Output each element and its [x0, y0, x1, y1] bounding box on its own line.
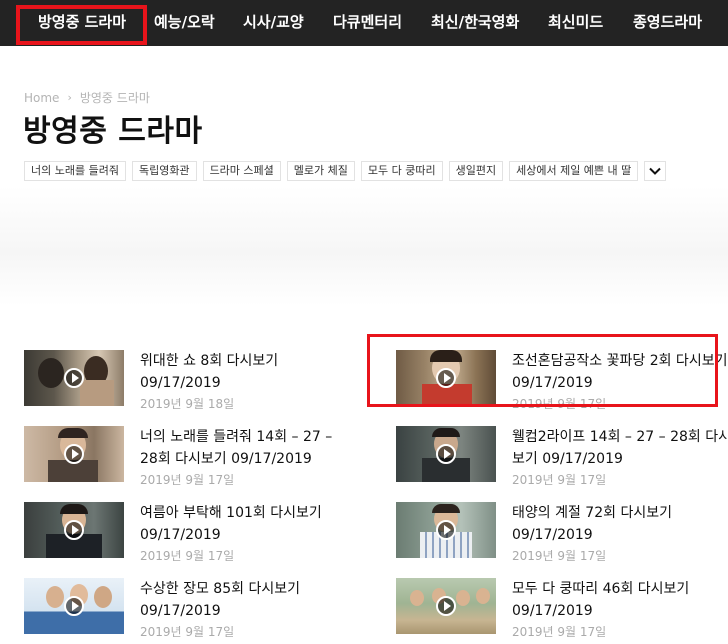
- post-item: 여름아 부탁해 101회 다시보기 09/17/2019 2019년 9월 17…: [24, 502, 374, 570]
- play-icon: [64, 520, 84, 540]
- play-icon: [436, 444, 456, 464]
- play-icon: [64, 444, 84, 464]
- tag-item[interactable]: 멜로가 체질: [286, 161, 355, 181]
- nav-item-ended-dramas[interactable]: 종영드라마: [633, 0, 702, 46]
- post-date: 2019년 9월 17일: [512, 397, 607, 411]
- post-thumbnail[interactable]: [396, 578, 496, 634]
- post-date: 2019년 9월 17일: [140, 549, 235, 563]
- play-icon: [436, 520, 456, 540]
- post-date: 2019년 9월 17일: [140, 625, 235, 639]
- nav-item-current-affairs[interactable]: 시사/교양: [243, 0, 304, 46]
- play-icon: [436, 596, 456, 616]
- post-item: 수상한 장모 85회 다시보기 09/17/2019 2019년 9월 17일: [24, 578, 374, 644]
- post-item: 너의 노래를 들려줘 14회 – 27 – 28회 다시보기 09/17/201…: [24, 426, 374, 494]
- post-item: 웰컴2라이프 14회 – 27 – 28회 다시보기 09/17/2019 20…: [396, 426, 728, 494]
- post-date: 2019년 9월 17일: [512, 473, 607, 487]
- post-thumbnail[interactable]: [24, 502, 124, 558]
- post-date: 2019년 9월 17일: [512, 549, 607, 563]
- nav-item-variety[interactable]: 예능/오락: [154, 0, 215, 46]
- post-item: 태양의 계절 72회 다시보기 09/17/2019 2019년 9월 17일: [396, 502, 728, 570]
- post-item: 모두 다 쿵따리 46회 다시보기 09/17/2019 2019년 9월 17…: [396, 578, 728, 644]
- post-title-link[interactable]: 태양의 계절 72회 다시보기 09/17/2019: [512, 502, 728, 546]
- ad-placeholder-area: [0, 186, 728, 306]
- post-title-link[interactable]: 너의 노래를 들려줘 14회 – 27 – 28회 다시보기 09/17/201…: [140, 426, 350, 470]
- post-title-link[interactable]: 조선혼담공작소 꽃파당 2회 다시보기 09/17/2019: [512, 350, 728, 394]
- chevron-down-icon: [649, 167, 661, 175]
- play-icon: [64, 596, 84, 616]
- post-thumbnail[interactable]: [396, 426, 496, 482]
- post-thumbnail[interactable]: [24, 350, 124, 406]
- nav-item-korean-movies[interactable]: 최신/한국영화: [431, 0, 519, 46]
- play-icon: [436, 368, 456, 388]
- post-title-link[interactable]: 여름아 부탁해 101회 다시보기 09/17/2019: [140, 502, 350, 546]
- nav-item-documentary[interactable]: 다큐멘터리: [333, 0, 402, 46]
- breadcrumb-home-link[interactable]: Home: [24, 91, 59, 105]
- post-item: 위대한 쇼 8회 다시보기 09/17/2019 2019년 9월 18일: [24, 350, 374, 418]
- post-thumbnail[interactable]: [396, 502, 496, 558]
- breadcrumb: Home › 방영중 드라마: [24, 89, 150, 106]
- breadcrumb-current: 방영중 드라마: [79, 91, 150, 105]
- post-thumbnail[interactable]: [396, 350, 496, 406]
- post-thumbnail[interactable]: [24, 578, 124, 634]
- post-date: 2019년 9월 17일: [512, 625, 607, 639]
- post-item: 조선혼담공작소 꽃파당 2회 다시보기 09/17/2019 2019년 9월 …: [396, 350, 728, 418]
- tag-item[interactable]: 독립영화관: [131, 161, 197, 181]
- post-title-link[interactable]: 웰컴2라이프 14회 – 27 – 28회 다시보기 09/17/2019: [512, 426, 728, 470]
- post-thumbnail[interactable]: [24, 426, 124, 482]
- post-title-link[interactable]: 수상한 장모 85회 다시보기 09/17/2019: [140, 578, 350, 622]
- tag-item[interactable]: 드라마 스페셜: [202, 161, 281, 181]
- tag-item[interactable]: 모두 다 쿵따리: [360, 161, 443, 181]
- nav-highlight-box: [16, 5, 147, 45]
- play-icon: [64, 368, 84, 388]
- category-tags: 너의 노래를 들려줘 독립영화관 드라마 스페셜 멜로가 체질 모두 다 쿵따리…: [24, 161, 667, 181]
- tag-item[interactable]: 너의 노래를 들려줘: [24, 161, 126, 181]
- nav-item-us-dramas[interactable]: 최신미드: [548, 0, 603, 46]
- post-date: 2019년 9월 17일: [140, 473, 235, 487]
- post-date: 2019년 9월 18일: [140, 397, 235, 411]
- chevron-right-icon: ›: [67, 91, 72, 104]
- page-title: 방영중 드라마: [23, 114, 203, 149]
- tag-item[interactable]: 생일편지: [448, 161, 504, 181]
- post-title-link[interactable]: 모두 다 쿵따리 46회 다시보기 09/17/2019: [512, 578, 728, 622]
- tag-item[interactable]: 세상에서 제일 예쁜 내 딸: [509, 161, 639, 181]
- post-title-link[interactable]: 위대한 쇼 8회 다시보기 09/17/2019: [140, 350, 350, 394]
- tags-expand-button[interactable]: [644, 161, 667, 181]
